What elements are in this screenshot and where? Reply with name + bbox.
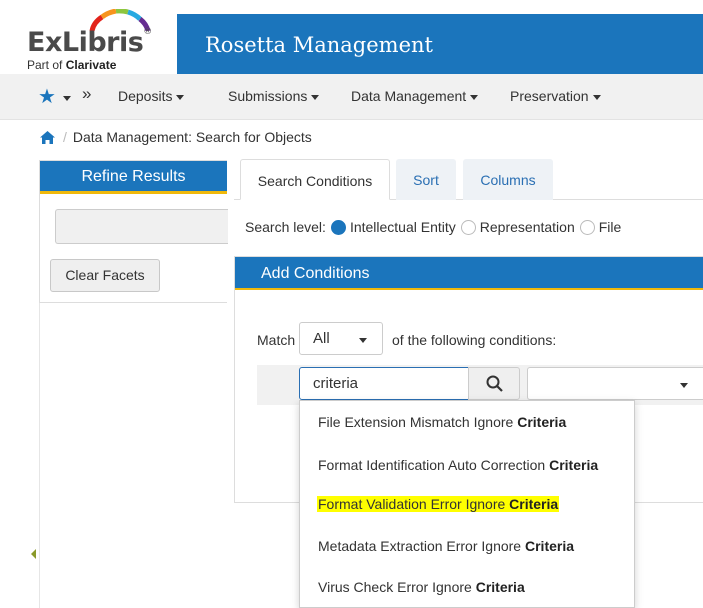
chevron-down-icon <box>359 338 367 343</box>
app-header: ExLibris® Part of Clarivate Rosetta Mana… <box>0 0 703 74</box>
match-label: Match <box>257 332 296 348</box>
collapse-sidebar-icon[interactable] <box>31 549 36 559</box>
radio-file[interactable] <box>579 220 595 235</box>
search-level-label: Search level: <box>245 219 326 235</box>
chevron-down-icon <box>176 94 185 100</box>
breadcrumb: / Data Management: Search for Objects <box>40 129 312 147</box>
logo-text: ExLibris® <box>27 27 152 58</box>
tab-columns[interactable]: Columns <box>463 159 553 200</box>
chevron-down-icon <box>592 94 601 100</box>
nav-deposits[interactable]: Deposits <box>118 88 185 104</box>
title-bar: Rosetta Management <box>177 14 703 74</box>
chevron-down-icon <box>470 94 479 100</box>
nav-submissions[interactable]: Submissions <box>228 88 320 104</box>
radio-label-representation[interactable]: Representation <box>480 219 575 235</box>
dropdown-item-highlighted[interactable]: Format Validation Error Ignore Criteria <box>317 496 560 512</box>
match-select-value: All <box>313 330 330 347</box>
radio-label-intellectual-entity[interactable]: Intellectual Entity <box>350 219 456 235</box>
favorites-caret-icon[interactable] <box>63 96 71 101</box>
dropdown-item[interactable]: Virus Check Error Ignore Criteria <box>318 579 525 595</box>
breadcrumb-current: Data Management: Search for Objects <box>72 129 312 145</box>
sidebar-divider <box>39 303 40 608</box>
radio-representation[interactable] <box>460 220 476 235</box>
refine-results-header: Refine Results <box>40 161 227 194</box>
main-navbar: ★ » Deposits Submissions Data Management… <box>0 74 703 120</box>
operator-select[interactable] <box>527 367 703 400</box>
criteria-search-button[interactable] <box>468 367 520 400</box>
home-icon[interactable] <box>40 131 55 147</box>
refine-results-panel: Refine Results Clear Facets <box>39 160 228 303</box>
logo-tagline: Part of Clarivate <box>27 58 117 72</box>
favorites-star-icon[interactable]: ★ <box>38 84 56 109</box>
radio-label-file[interactable]: File <box>599 219 622 235</box>
breadcrumb-separator: / <box>63 129 67 145</box>
criteria-search-input[interactable] <box>299 367 469 400</box>
dropdown-item[interactable]: File Extension Mismatch Ignore Criteria <box>318 414 566 430</box>
clear-facets-button[interactable]: Clear Facets <box>50 259 160 292</box>
criteria-autocomplete-dropdown: File Extension Mismatch Ignore Criteria … <box>299 400 635 608</box>
following-conditions-label: of the following conditions: <box>392 332 557 348</box>
match-select[interactable]: All <box>299 322 383 355</box>
dropdown-item[interactable]: Format Identification Auto Correction Cr… <box>318 457 598 473</box>
tab-sort[interactable]: Sort <box>396 159 456 200</box>
chevron-down-icon <box>311 94 320 100</box>
radio-intellectual-entity[interactable] <box>330 220 346 235</box>
search-icon <box>486 375 503 392</box>
search-tabs: Search Conditions Sort Columns <box>234 159 703 200</box>
nav-chevron-icon[interactable]: » <box>82 84 91 104</box>
exlibris-logo[interactable]: ExLibris® Part of Clarivate <box>0 0 177 74</box>
app-title: Rosetta Management <box>205 33 433 57</box>
chevron-down-icon <box>680 383 688 388</box>
add-conditions-header: Add Conditions <box>235 257 703 290</box>
dropdown-item[interactable]: Metadata Extraction Error Ignore Criteri… <box>318 538 574 554</box>
nav-data-management[interactable]: Data Management <box>351 88 479 104</box>
tab-search-conditions[interactable]: Search Conditions <box>240 159 390 200</box>
nav-preservation[interactable]: Preservation <box>510 88 601 104</box>
search-level: Search level: Intellectual Entity Represen… <box>245 219 621 235</box>
facet-filter-input[interactable] <box>55 209 228 244</box>
